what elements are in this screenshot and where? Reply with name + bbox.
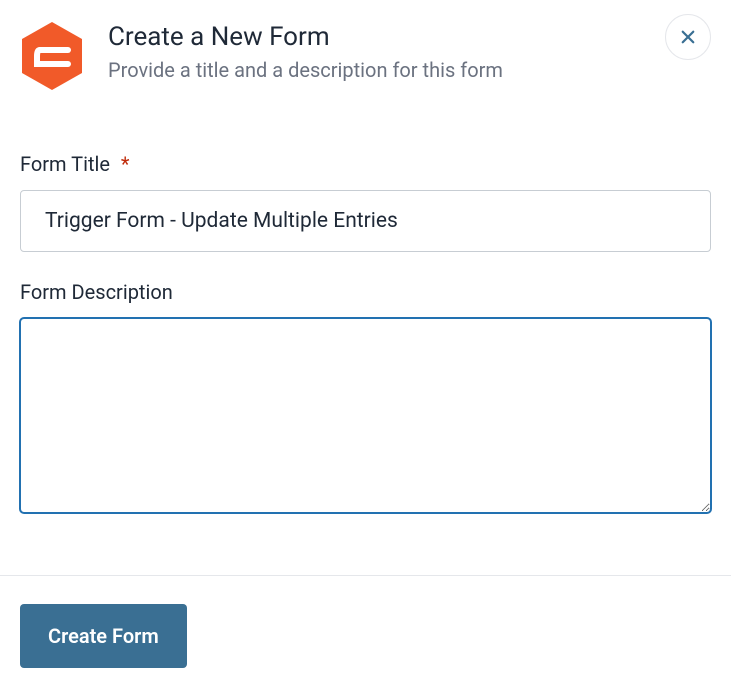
modal-title: Create a New Form [108, 22, 711, 52]
required-indicator: * [121, 152, 130, 176]
modal-header: Create a New Form Provide a title and a … [0, 0, 731, 112]
header-text-block: Create a New Form Provide a title and a … [108, 14, 711, 82]
close-button[interactable] [665, 14, 711, 60]
form-title-label: Form Title * [20, 152, 711, 176]
form-description-textarea[interactable] [20, 318, 711, 513]
create-form-button[interactable]: Create Form [20, 604, 187, 668]
gravity-forms-logo [20, 20, 84, 92]
close-icon [679, 28, 697, 46]
form-title-label-text: Form Title [20, 152, 110, 176]
modal-footer: Create Form [0, 575, 731, 696]
form-description-label: Form Description [20, 280, 711, 304]
form-description-group: Form Description [20, 280, 711, 517]
form-body: Form Title * Form Description [0, 112, 731, 575]
form-title-group: Form Title * [20, 152, 711, 252]
form-title-input[interactable] [20, 190, 711, 252]
create-form-modal: Create a New Form Provide a title and a … [0, 0, 731, 698]
modal-subtitle: Provide a title and a description for th… [108, 58, 711, 82]
